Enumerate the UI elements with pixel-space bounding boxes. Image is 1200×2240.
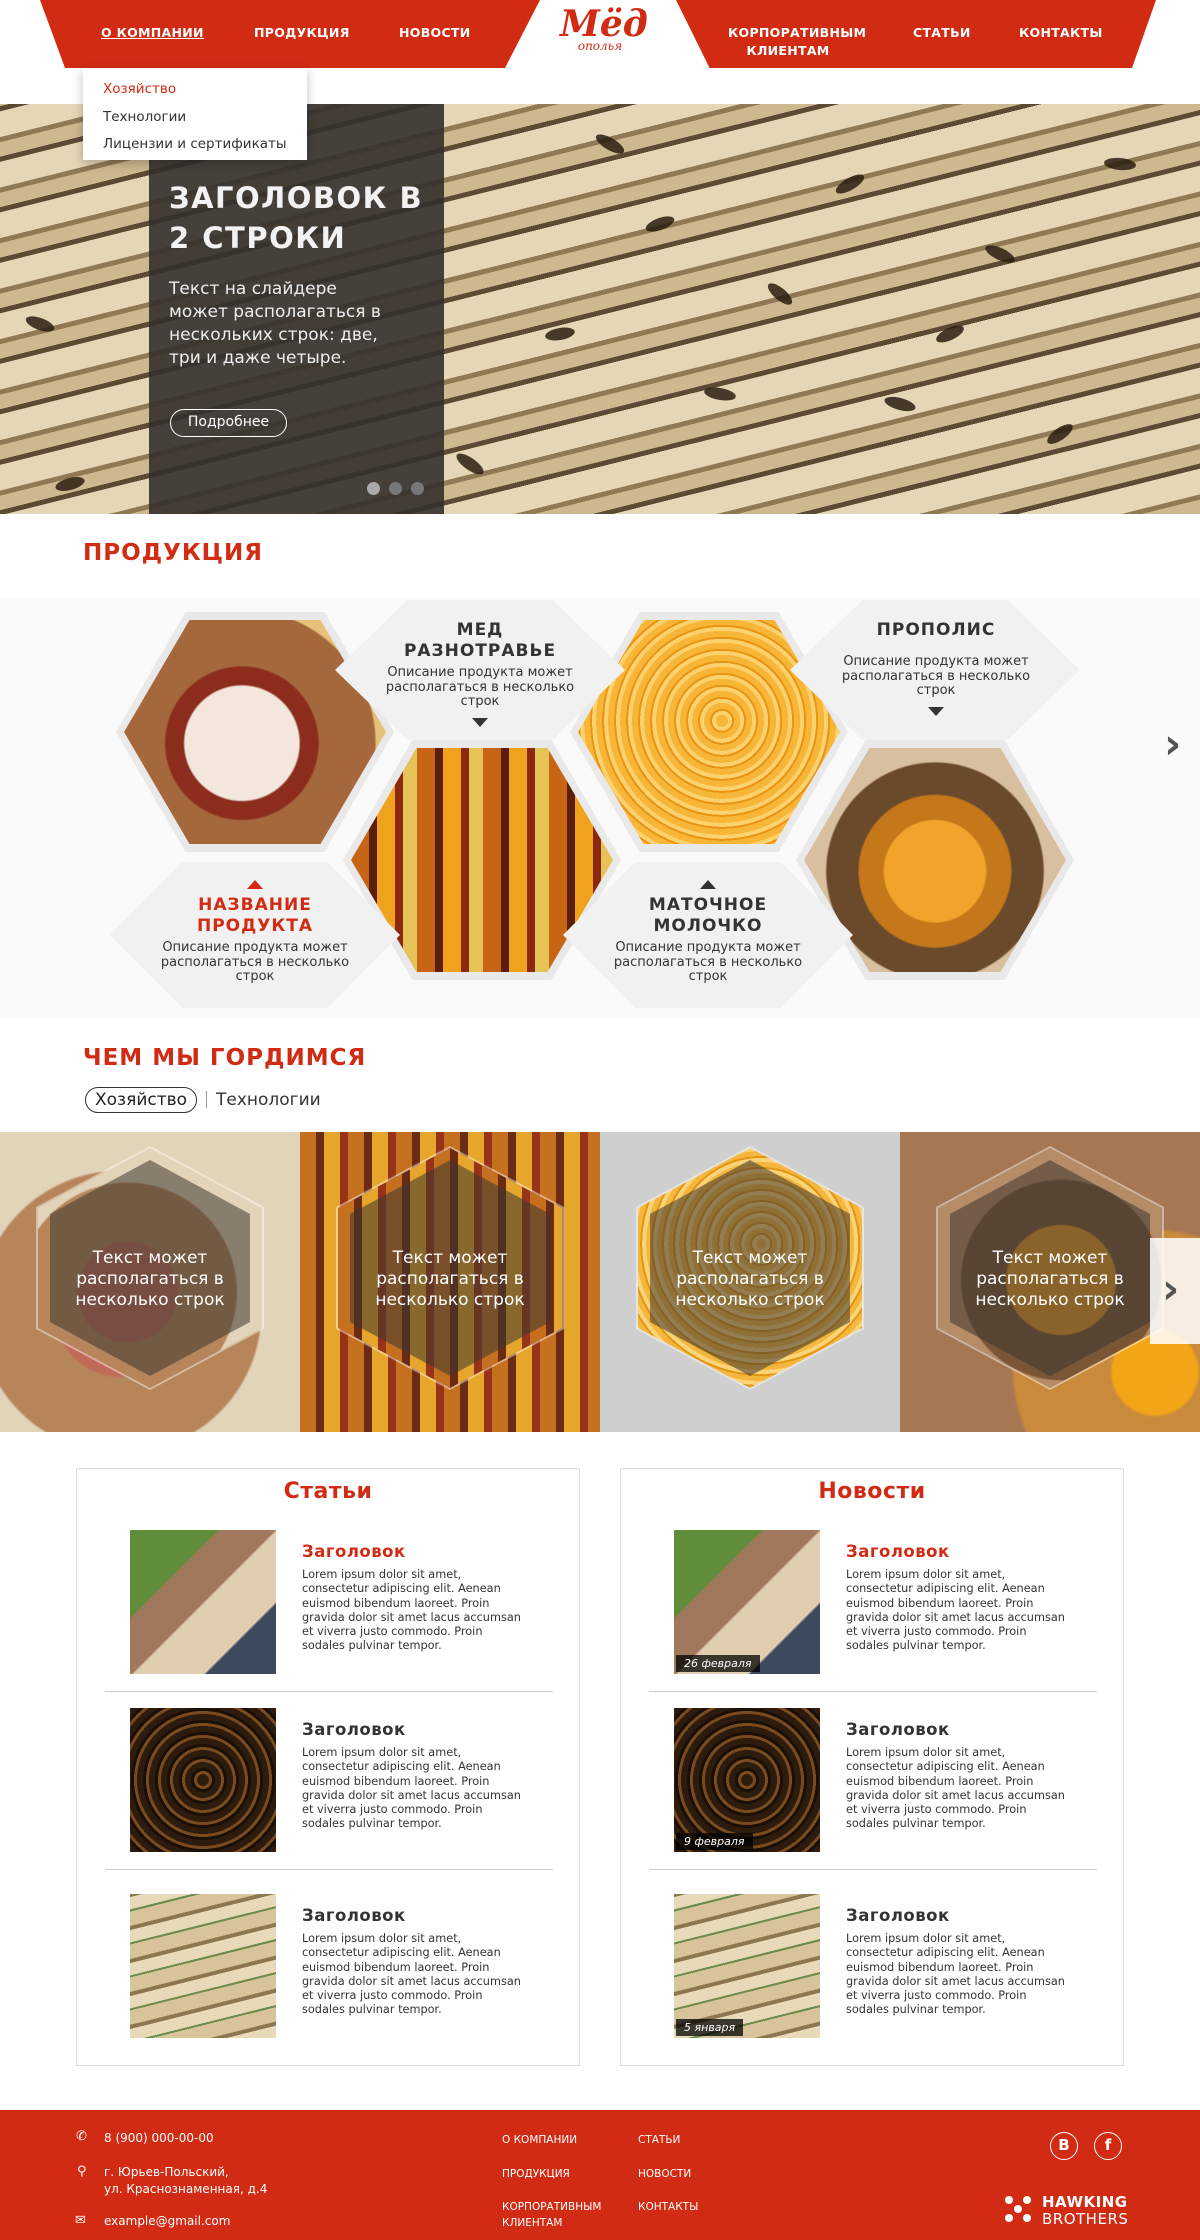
divider <box>105 1869 553 1870</box>
news-thumbnail[interactable]: 9 февраля <box>674 1708 820 1852</box>
news-item-title[interactable]: Заголовок <box>846 1720 950 1739</box>
triangle-up-icon <box>700 880 716 889</box>
site-footer: ✆ 8 (900) 000-00-00 ⚲ г. Юрьев-Польский,… <box>0 2110 1200 2240</box>
pride-next-button[interactable]: › <box>1150 1238 1200 1344</box>
news-item-title[interactable]: Заголовок <box>846 1542 950 1561</box>
article-text: Lorem ipsum dolor sit amet, consectetur … <box>302 1932 521 2017</box>
hero-text: Текст на слайдере может располагаться в … <box>169 279 381 368</box>
slider-dot-3[interactable] <box>411 482 424 495</box>
product-desc: Описание продукта может располагаться в … <box>841 654 1031 698</box>
news-item-title[interactable]: Заголовок <box>846 1906 950 1925</box>
article-title[interactable]: Заголовок <box>302 1720 406 1739</box>
footer-email[interactable]: example@gmail.com <box>104 2213 230 2230</box>
news-column: Новости 26 февраля Заголовок Lorem ipsum… <box>620 1468 1124 2066</box>
product-card-4[interactable]: Маточное молочко Описание продукта может… <box>608 880 808 985</box>
logo-wordmark: Мёд <box>560 3 648 45</box>
divider <box>649 1691 1097 1692</box>
news-date: 5 января <box>676 2019 744 2036</box>
divider <box>105 1691 553 1692</box>
tab-divider <box>206 1091 207 1108</box>
news-thumbnail[interactable]: 5 января <box>674 1894 820 2038</box>
footer-link-about[interactable]: О компании <box>502 2132 577 2148</box>
pride-tile-text: Текст может располагаться в несколько ст… <box>975 1248 1125 1310</box>
news-title[interactable]: Новости <box>621 1479 1123 1504</box>
news-text: Lorem ipsum dolor sit amet, consectetur … <box>846 1746 1065 1831</box>
product-card-1[interactable]: Мед разнотравье Описание продукта может … <box>380 620 580 727</box>
footer-phone[interactable]: 8 (900) 000-00-00 <box>104 2130 214 2147</box>
product-card-2[interactable]: Прополис Описание продукта может распола… <box>836 620 1036 716</box>
article-thumbnail[interactable] <box>130 1530 276 1674</box>
triangle-down-icon <box>472 717 488 727</box>
news-text: Lorem ipsum dolor sit amet, consectetur … <box>846 1932 1065 2017</box>
pride-tile-3[interactable]: Текст может располагаться в несколько ст… <box>600 1132 900 1432</box>
dropdown-item-farm[interactable]: Хозяйство <box>103 76 307 104</box>
footer-address-line2: ул. Краснознаменная, д.4 <box>104 2182 268 2196</box>
nav-news[interactable]: Новости <box>399 24 471 42</box>
footer-link-contacts[interactable]: Контакты <box>638 2199 698 2215</box>
brand-name-2[interactable]: BROTHERS <box>1042 2211 1128 2228</box>
article-title[interactable]: Заголовок <box>302 1906 406 1925</box>
articles-column: Статьи Заголовок Lorem ipsum dolor sit a… <box>76 1468 580 2066</box>
facebook-icon[interactable]: f <box>1094 2132 1122 2160</box>
pride-tile-text: Текст может располагаться в несколько ст… <box>75 1248 225 1310</box>
slider-dot-1[interactable] <box>367 482 380 495</box>
hawking-brothers-logo-icon <box>1005 2196 1031 2222</box>
hero-title: Заголовок в 2 строки <box>169 181 424 255</box>
pride-title: Чем мы гордимся <box>83 1045 367 1071</box>
brand-name-1[interactable]: HAWKING <box>1042 2194 1128 2211</box>
product-desc: Описание продукта может располагаться в … <box>385 665 575 709</box>
news-date: 9 февраля <box>676 1833 753 1850</box>
triangle-up-icon <box>247 880 263 889</box>
hero-caption-panel: Заголовок в 2 строки Текст на слайдере м… <box>149 104 444 514</box>
article-thumbnail[interactable] <box>130 1708 276 1852</box>
products-next-chevron-right-icon[interactable]: › <box>1164 723 1181 765</box>
article-text: Lorem ipsum dolor sit amet, consectetur … <box>302 1746 521 1831</box>
dropdown-item-technology[interactable]: Технологии <box>103 104 307 132</box>
product-desc: Описание продукта может располагаться в … <box>613 940 803 984</box>
product-desc: Описание продукта может располагаться в … <box>160 940 350 984</box>
footer-link-news[interactable]: Новости <box>638 2166 691 2182</box>
product-name: Прополис <box>876 620 996 640</box>
product-name: Маточное молочко <box>648 895 768 936</box>
pride-tile-text: Текст может располагаться в несколько ст… <box>675 1248 825 1310</box>
articles-title[interactable]: Статьи <box>77 1479 579 1504</box>
article-title[interactable]: Заголовок <box>302 1542 406 1561</box>
nav-contacts[interactable]: Контакты <box>1019 24 1103 42</box>
footer-link-corporate[interactable]: Корпоративным клиентам <box>502 2199 612 2231</box>
nav-products[interactable]: Продукция <box>254 24 350 42</box>
product-card-3[interactable]: Название продукта Описание продукта може… <box>155 880 355 985</box>
divider <box>649 1869 1097 1870</box>
news-text: Lorem ipsum dolor sit amet, consectetur … <box>846 1568 1065 1653</box>
nav-corporate[interactable]: Корпоративным клиентам <box>728 24 866 60</box>
product-name: Мед разнотравье <box>403 620 557 661</box>
pride-tile-2[interactable]: Текст может располагаться в несколько ст… <box>300 1132 600 1432</box>
article-text: Lorem ipsum dolor sit amet, consectetur … <box>302 1568 521 1653</box>
products-title: Продукция <box>83 540 263 566</box>
footer-link-products[interactable]: Продукция <box>502 2166 570 2182</box>
phone-icon: ✆ <box>76 2129 87 2144</box>
news-date: 26 февраля <box>676 1655 760 1672</box>
pride-tile-text: Текст может располагаться в несколько ст… <box>375 1248 525 1310</box>
site-logo[interactable]: Мёд ополья <box>560 3 648 66</box>
slider-dot-2[interactable] <box>389 482 402 495</box>
footer-address-line1: г. Юрьев-Польский, <box>104 2165 229 2179</box>
footer-link-articles[interactable]: Статьи <box>638 2132 680 2148</box>
chevron-right-icon: › <box>1162 1264 1180 1313</box>
pride-tile-1[interactable]: Текст может располагаться в несколько ст… <box>0 1132 300 1432</box>
hero-more-button[interactable]: Подробнее <box>170 409 287 437</box>
news-thumbnail[interactable]: 26 февраля <box>674 1530 820 1674</box>
about-dropdown-menu: Хозяйство Технологии Лицензии и сертифик… <box>83 68 307 160</box>
nav-articles[interactable]: Статьи <box>913 24 971 42</box>
hero-slider: Заголовок в 2 строки Текст на слайдере м… <box>0 104 1200 514</box>
dropdown-item-licenses[interactable]: Лицензии и сертификаты <box>103 131 307 159</box>
tab-technology[interactable]: Технологии <box>216 1088 321 1112</box>
product-name: Название продукта <box>196 895 314 936</box>
tab-farm[interactable]: Хозяйство <box>85 1087 198 1113</box>
nav-about[interactable]: О компании <box>101 24 204 42</box>
vk-icon[interactable]: В <box>1050 2132 1078 2160</box>
location-pin-icon: ⚲ <box>77 2164 87 2179</box>
article-thumbnail[interactable] <box>130 1894 276 2038</box>
envelope-icon: ✉ <box>75 2213 86 2228</box>
triangle-down-icon <box>928 706 944 716</box>
